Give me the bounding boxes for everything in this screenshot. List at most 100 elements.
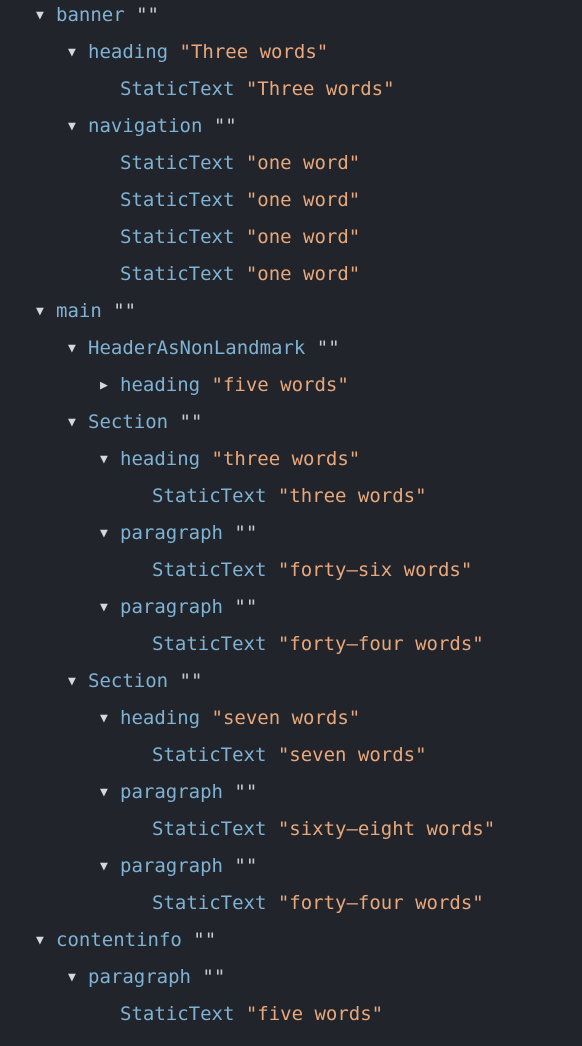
node-role-label: paragraph xyxy=(88,966,191,988)
tree-row[interactable]: ▼ HeaderAsNonLandmark "" xyxy=(0,330,582,367)
node-value-string: "five words" xyxy=(245,1003,384,1025)
node-role-label: navigation xyxy=(88,115,203,137)
tree-row[interactable]: ▼ Section "" xyxy=(0,404,582,441)
node-role-label: StaticText xyxy=(152,633,267,655)
tree-row[interactable]: ▼ paragraph "" xyxy=(0,959,582,996)
node-role-label: paragraph xyxy=(120,522,223,544)
triangle-down-icon[interactable]: ▼ xyxy=(68,330,88,367)
role-value-separator xyxy=(182,929,193,951)
triangle-down-icon[interactable]: ▼ xyxy=(36,293,56,330)
no-disclosure-icon xyxy=(132,811,152,848)
node-role-label: main xyxy=(56,300,102,322)
node-role-label: StaticText xyxy=(120,226,235,248)
tree-row[interactable]: StaticText "three words" xyxy=(0,478,582,515)
role-value-separator xyxy=(234,263,245,285)
tree-row[interactable]: StaticText "five words" xyxy=(0,996,582,1033)
triangle-down-icon[interactable]: ▼ xyxy=(100,515,120,552)
tree-row[interactable]: ▼ paragraph "" xyxy=(0,774,582,811)
tree-row[interactable]: StaticText "Three words" xyxy=(0,71,582,108)
tree-row[interactable]: StaticText "forty–six words" xyxy=(0,552,582,589)
node-role-label: Section xyxy=(88,670,169,692)
tree-row[interactable]: ▼ heading "seven words" xyxy=(0,700,582,737)
tree-row[interactable]: StaticText "one word" xyxy=(0,145,582,182)
triangle-down-icon[interactable]: ▼ xyxy=(100,700,120,737)
role-value-separator xyxy=(234,189,245,211)
node-value-string: "" xyxy=(234,522,258,544)
node-role-label: paragraph xyxy=(120,855,223,877)
triangle-down-icon[interactable]: ▼ xyxy=(68,34,88,71)
triangle-down-icon[interactable]: ▼ xyxy=(68,959,88,996)
node-role-label: HeaderAsNonLandmark xyxy=(88,337,306,359)
role-value-separator xyxy=(266,744,277,766)
tree-row[interactable]: ▼ paragraph "" xyxy=(0,515,582,552)
node-value-string: "forty–six words" xyxy=(277,559,473,581)
node-value-string: "" xyxy=(234,855,258,877)
node-value-string: "seven words" xyxy=(211,707,361,729)
tree-row[interactable]: ▶ heading "five words" xyxy=(0,367,582,404)
role-value-separator xyxy=(102,300,113,322)
no-disclosure-icon xyxy=(100,996,120,1033)
role-value-separator xyxy=(305,337,316,359)
role-value-separator xyxy=(234,226,245,248)
tree-row[interactable]: ▼ paragraph "" xyxy=(0,589,582,626)
node-role-label: StaticText xyxy=(120,263,235,285)
tree-row[interactable]: StaticText "one word" xyxy=(0,219,582,256)
tree-row[interactable]: ▼ navigation "" xyxy=(0,108,582,145)
role-value-separator xyxy=(191,966,202,988)
tree-row[interactable]: ▼ contentinfo "" xyxy=(0,922,582,959)
tree-row[interactable]: ▼ paragraph "" xyxy=(0,848,582,885)
triangle-down-icon[interactable]: ▼ xyxy=(100,441,120,478)
accessibility-tree-panel[interactable]: "...p g"▼banner ""▼heading "Three words"… xyxy=(0,0,582,1026)
role-value-separator xyxy=(168,41,179,63)
node-value-string: "" xyxy=(213,115,237,137)
node-role-label: StaticText xyxy=(120,152,235,174)
tree-row[interactable]: StaticText "one word" xyxy=(0,256,582,293)
node-role-label: heading xyxy=(120,707,201,729)
node-role-label: StaticText xyxy=(152,892,267,914)
tree-row[interactable]: StaticText "sixty–eight words" xyxy=(0,811,582,848)
role-value-separator xyxy=(234,152,245,174)
node-value-string: "" xyxy=(316,337,340,359)
node-value-string: "forty–four words" xyxy=(277,892,484,914)
node-value-string: "" xyxy=(234,781,258,803)
role-value-separator xyxy=(200,374,211,396)
node-role-label: StaticText xyxy=(152,818,267,840)
role-value-separator xyxy=(200,707,211,729)
node-value-string: "Three words" xyxy=(245,78,395,100)
no-disclosure-icon xyxy=(132,552,152,589)
tree-row[interactable]: StaticText "forty–four words" xyxy=(0,885,582,922)
role-value-separator xyxy=(266,559,277,581)
role-value-separator xyxy=(234,78,245,100)
node-value-string: "" xyxy=(234,596,258,618)
triangle-down-icon[interactable]: ▼ xyxy=(100,848,120,885)
triangle-down-icon[interactable]: ▼ xyxy=(36,0,56,34)
tree-row[interactable]: StaticText "one word" xyxy=(0,182,582,219)
node-role-label: StaticText xyxy=(120,189,235,211)
triangle-down-icon[interactable]: ▼ xyxy=(68,663,88,700)
node-value-string: "seven words" xyxy=(277,744,427,766)
node-value-string: "" xyxy=(193,929,217,951)
node-value-string: "" xyxy=(179,411,203,433)
tree-row[interactable]: ▼ main "" xyxy=(0,293,582,330)
node-value-string: "three words" xyxy=(277,485,427,507)
node-role-label: heading xyxy=(120,448,201,470)
triangle-down-icon[interactable]: ▼ xyxy=(68,404,88,441)
role-value-separator xyxy=(223,596,234,618)
tree-row[interactable]: ▼ heading "three words" xyxy=(0,441,582,478)
role-value-separator xyxy=(200,448,211,470)
no-disclosure-icon xyxy=(132,885,152,922)
tree-row[interactable]: ▼ banner "" xyxy=(0,0,582,34)
tree-row[interactable]: ▼ Section "" xyxy=(0,663,582,700)
tree-row[interactable]: StaticText "seven words" xyxy=(0,737,582,774)
triangle-down-icon[interactable]: ▼ xyxy=(68,108,88,145)
triangle-down-icon[interactable]: ▼ xyxy=(36,922,56,959)
triangle-down-icon[interactable]: ▼ xyxy=(100,774,120,811)
node-role-label: StaticText xyxy=(120,78,235,100)
triangle-right-icon[interactable]: ▶ xyxy=(100,367,120,404)
tree-row[interactable]: ▼ heading "Three words" xyxy=(0,34,582,71)
role-value-separator xyxy=(223,855,234,877)
tree-row[interactable]: StaticText "forty–four words" xyxy=(0,626,582,663)
triangle-down-icon[interactable]: ▼ xyxy=(100,589,120,626)
no-disclosure-icon xyxy=(132,737,152,774)
node-role-label: heading xyxy=(120,374,201,396)
